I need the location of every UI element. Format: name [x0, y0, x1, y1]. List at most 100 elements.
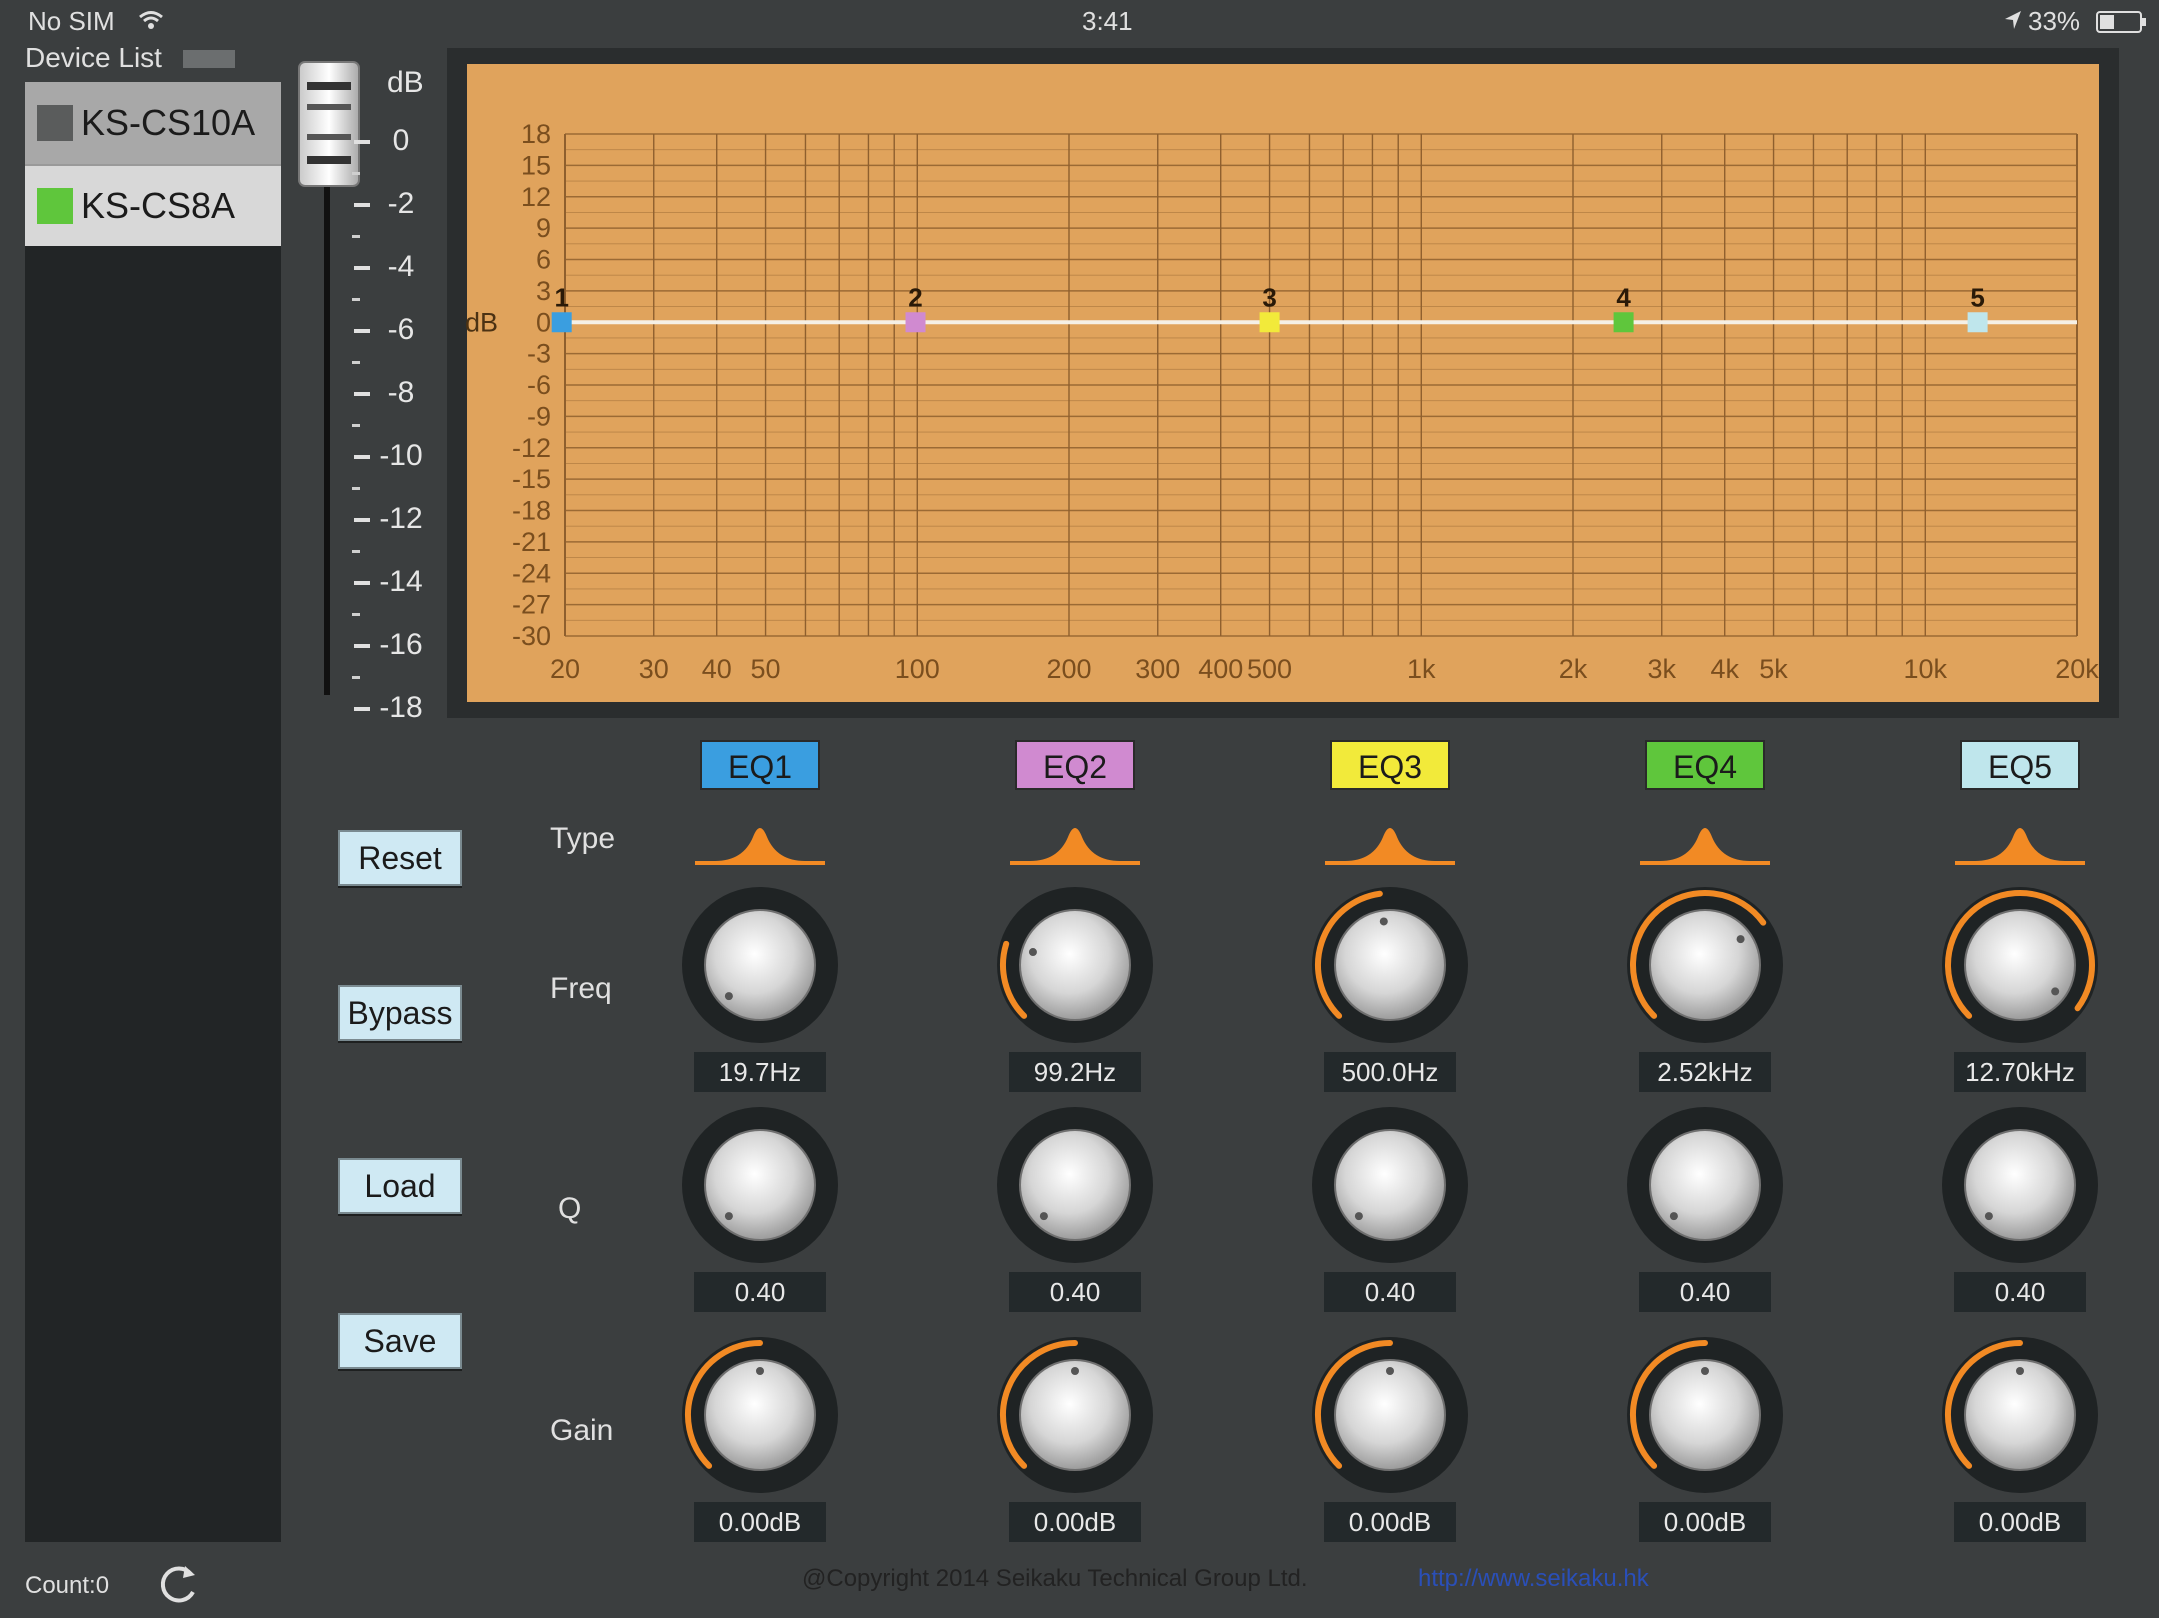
q-knob-2[interactable] [990, 1100, 1160, 1270]
device-item-ks-cs10a[interactable]: KS-CS10A [25, 82, 281, 164]
eq-band-4-badge[interactable]: EQ4 [1645, 740, 1765, 790]
fader-track[interactable] [324, 130, 330, 695]
gain-value-1[interactable]: 0.00dB [694, 1502, 826, 1542]
y-tick-label: -18 [512, 496, 551, 526]
freq-value-4[interactable]: 2.52kHz [1639, 1052, 1771, 1092]
freq-value-5[interactable]: 12.70kHz [1954, 1052, 2086, 1092]
eq-point-label: 2 [908, 282, 922, 312]
y-tick-label: 6 [536, 245, 551, 275]
fader-tick-mark [354, 644, 370, 648]
peak-filter-icon[interactable] [1640, 815, 1770, 865]
knob-indicator [1701, 1367, 1709, 1375]
fader-tick-mark [354, 203, 370, 207]
gain-value-5[interactable]: 0.00dB [1954, 1502, 2086, 1542]
gain-knob-5[interactable] [1935, 1330, 2105, 1500]
x-tick-label: 1k [1407, 654, 1436, 684]
device-list-panel: KS-CS10A KS-CS8A [25, 82, 281, 1542]
q-value-3[interactable]: 0.40 [1324, 1272, 1456, 1312]
q-value-4[interactable]: 0.40 [1639, 1272, 1771, 1312]
q-knob-3[interactable] [1305, 1100, 1475, 1270]
x-tick-label: 5k [1759, 654, 1788, 684]
y-tick-label: -12 [512, 433, 551, 463]
load-button[interactable]: Load [338, 1158, 462, 1214]
eq-point-2[interactable] [905, 312, 926, 333]
knob-indicator [1039, 1212, 1048, 1221]
fader-tick-label: -16 [379, 628, 423, 661]
freq-knob-2[interactable] [990, 880, 1160, 1050]
fader-minor-tick [352, 676, 360, 679]
bypass-button[interactable]: Bypass [338, 985, 462, 1041]
y-tick-label: -9 [527, 401, 551, 431]
q-value-2[interactable]: 0.40 [1009, 1272, 1141, 1312]
eq-point-1[interactable] [551, 312, 572, 333]
wifi-icon [139, 11, 163, 29]
eq-band-5-badge[interactable]: EQ5 [1960, 740, 2080, 790]
eq-band-1-badge[interactable]: EQ1 [700, 740, 820, 790]
q-value-1[interactable]: 0.40 [694, 1272, 826, 1312]
y-tick-label: -6 [527, 370, 551, 400]
refresh-icon[interactable] [155, 1562, 201, 1608]
y-tick-label: 0 [536, 307, 551, 337]
gain-knob-3[interactable] [1305, 1330, 1475, 1500]
gain-value-4[interactable]: 0.00dB [1639, 1502, 1771, 1542]
q-knob-5[interactable] [1935, 1100, 2105, 1270]
q-knob-4[interactable] [1620, 1100, 1790, 1270]
gain-value-3[interactable]: 0.00dB [1324, 1502, 1456, 1542]
eq-band-2-badge[interactable]: EQ2 [1015, 740, 1135, 790]
chart-background [467, 64, 2099, 702]
x-tick-label: 20k [2055, 654, 2099, 684]
knob-indicator [756, 1367, 764, 1375]
peak-filter-icon[interactable] [1010, 815, 1140, 865]
peak-filter-icon[interactable] [1325, 815, 1455, 865]
y-tick-label: -15 [512, 464, 551, 494]
freq-value-2[interactable]: 99.2Hz [1009, 1052, 1141, 1092]
fader-tick-label: -10 [379, 439, 423, 472]
freq-knob-4[interactable] [1620, 880, 1790, 1050]
fader-tick-mark [354, 140, 370, 144]
fader-minor-tick [352, 172, 360, 175]
eq-point-label: 5 [1970, 282, 1984, 312]
device-label: KS-CS10A [81, 102, 256, 143]
y-tick-label: -21 [512, 527, 551, 557]
freq-knob-3[interactable] [1305, 880, 1475, 1050]
eq-point-4[interactable] [1613, 312, 1634, 333]
battery-icon [2096, 11, 2146, 33]
freq-knob-1[interactable] [675, 880, 845, 1050]
fader-unit-label: dB [387, 66, 424, 99]
freq-value-1[interactable]: 19.7Hz [694, 1052, 826, 1092]
gain-knob-2[interactable] [990, 1330, 1160, 1500]
gain-knob-4[interactable] [1620, 1330, 1790, 1500]
fader-tick-mark [354, 455, 370, 459]
save-button[interactable]: Save [338, 1313, 462, 1369]
reset-button[interactable]: Reset [338, 830, 462, 886]
eq-point-3[interactable] [1259, 312, 1280, 333]
eq-point-5[interactable] [1967, 312, 1988, 333]
eq-band-3-badge[interactable]: EQ3 [1330, 740, 1450, 790]
website-link[interactable]: http://www.seikaku.hk [1418, 1565, 1649, 1593]
eq-response-chart[interactable]: 1815129630-3-6-9-12-15-18-21-24-27-30dB2… [447, 48, 2119, 718]
q-row-label: Q [558, 1192, 582, 1225]
device-color-swatch [37, 105, 73, 141]
eq-graph-frame: 18 15 12 9 6 3 0 -3 -6 -9 -12 -15 -18 -21 -24 -27 -30 dB 2… [447, 48, 2119, 718]
gain-knob-1[interactable] [675, 1330, 845, 1500]
y-tick-label: 18 [521, 119, 551, 149]
fader-tick-mark [354, 392, 370, 396]
q-knob-1[interactable] [675, 1100, 845, 1270]
carrier-label: No SIM [28, 6, 115, 36]
x-tick-label: 200 [1046, 654, 1091, 684]
x-tick-label: 50 [751, 654, 781, 684]
peak-filter-icon[interactable] [1955, 815, 2085, 865]
freq-value-3[interactable]: 500.0Hz [1324, 1052, 1456, 1092]
device-color-swatch [37, 188, 73, 224]
fader-tick-label: -18 [379, 691, 423, 724]
peak-filter-icon[interactable] [695, 815, 825, 865]
x-tick-label: 400 [1198, 654, 1243, 684]
freq-knob-5[interactable] [1935, 880, 2105, 1050]
gain-value-2[interactable]: 0.00dB [1009, 1502, 1141, 1542]
q-value-5[interactable]: 0.40 [1954, 1272, 2086, 1312]
device-item-ks-cs8a[interactable]: KS-CS8A [25, 164, 281, 246]
type-row-label: Type [550, 822, 616, 855]
fader-handle[interactable] [297, 60, 361, 188]
fader-minor-tick [352, 550, 360, 553]
x-tick-label: 10k [1904, 654, 1948, 684]
